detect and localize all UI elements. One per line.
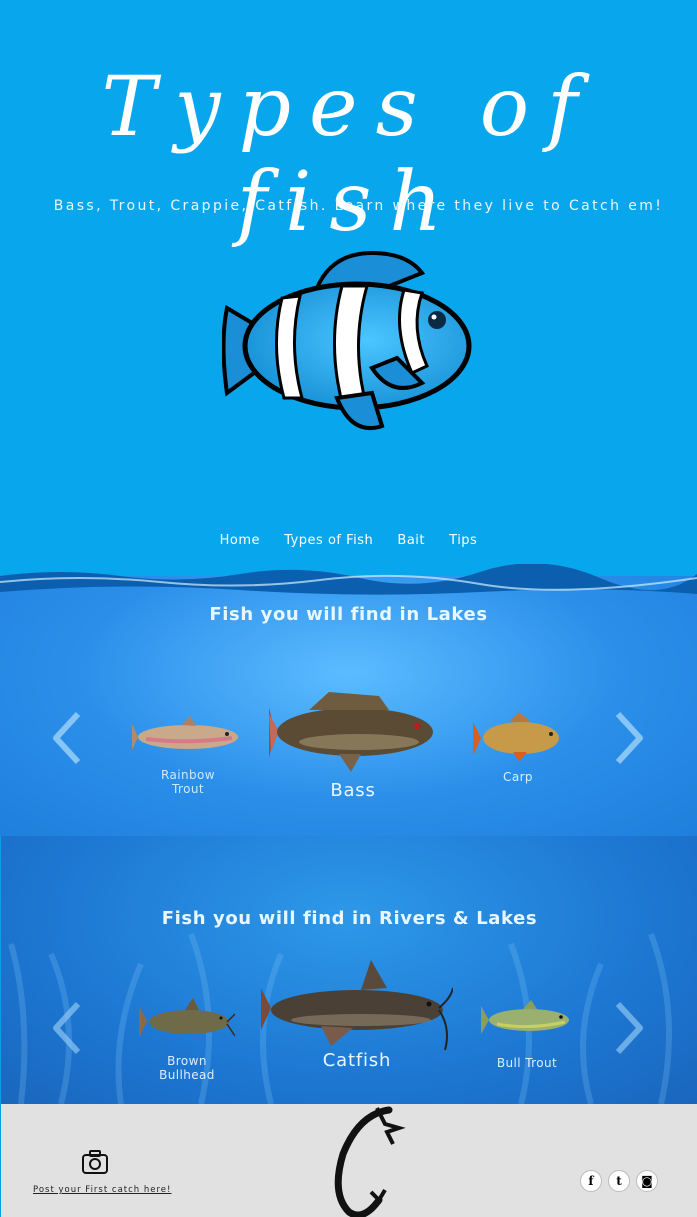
fish-label-brown-bullhead: Brown Bullhead [159,1054,215,1082]
facebook-icon[interactable]: f [580,1170,602,1192]
clownfish-image [222,250,472,431]
carp-image [473,712,559,762]
rivers-title: Fish you will find in Rivers & Lakes [161,908,538,929]
brown-bullhead-image [139,998,235,1038]
fish-label-bass: Bass [330,780,376,801]
rainbow-trout-image [132,716,238,750]
fish-card-rainbow-trout[interactable]: Rainbow Trout [128,712,248,796]
chevron-right-icon[interactable] [612,1000,648,1056]
nav-bait[interactable]: Bait [397,533,425,548]
fish-card-brown-bullhead[interactable]: Brown Bullhead [135,996,239,1082]
fish-label-bull-trout: Bull Trout [496,1056,558,1070]
bass-image [269,692,433,772]
chevron-right-icon[interactable] [612,710,648,766]
rivers-section: Fish you will find in Rivers & Lakes Bro… [1,836,697,1104]
fish-label-carp: Carp [503,770,533,784]
fish-card-catfish[interactable]: Catfish [261,958,453,1071]
chevron-left-icon[interactable] [48,710,84,766]
hero-section: Types of fish Bass, Trout, Crappie, Catf… [0,0,697,564]
nav-types-of-fish[interactable]: Types of Fish [284,533,373,548]
fish-label-catfish: Catfish [322,1050,392,1071]
fish-card-bull-trout[interactable]: Bull Trout [479,998,575,1070]
bull-trout-image [481,1000,569,1034]
post-catch-link[interactable]: Post your First catch here! [33,1185,171,1195]
lakes-title: Fish you will find in Lakes [209,604,488,625]
camera-icon[interactable] [81,1149,109,1175]
fish-card-bass[interactable]: Bass [268,686,438,801]
lakes-section: Fish you will find in Lakes Rainbow Trou… [0,564,697,836]
footer: Post your First catch here! f t ◙ [1,1104,697,1217]
hero-subtitle: Bass, Trout, Crappie, Catfish. Learn whe… [53,198,664,214]
hook-logo-icon [334,1106,406,1217]
fish-card-carp[interactable]: Carp [470,712,566,784]
catfish-image [261,960,453,1051]
nav-tips[interactable]: Tips [449,533,477,548]
water-surface-decoration [0,564,697,595]
fish-label-rainbow-trout: Rainbow Trout [161,768,215,796]
instagram-icon[interactable]: ◙ [636,1170,658,1192]
chevron-left-icon[interactable] [48,1000,84,1056]
main-nav: Home Types of Fish Bait Tips [0,533,697,548]
twitter-icon[interactable]: t [608,1170,630,1192]
nav-home[interactable]: Home [220,533,260,548]
page-title: Types of fish [101,60,596,250]
